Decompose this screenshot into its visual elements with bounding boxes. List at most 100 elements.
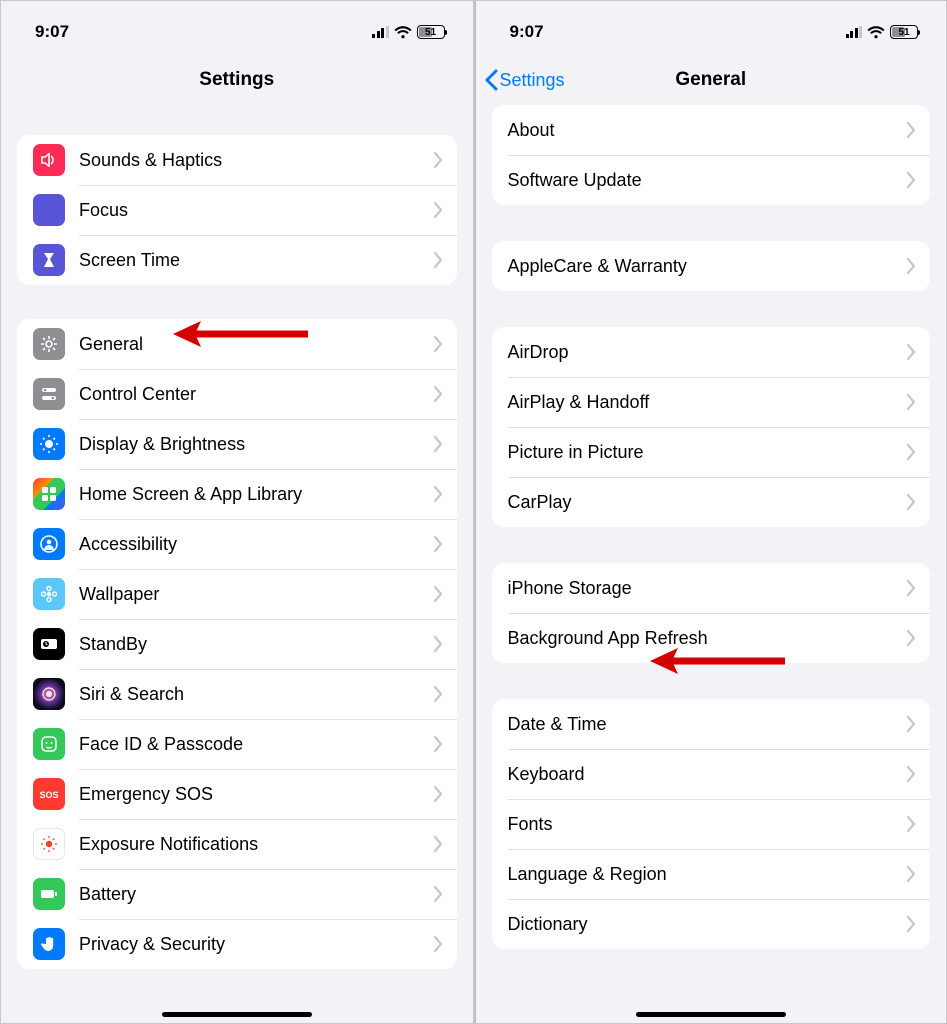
row-display-brightness[interactable]: Display & Brightness (17, 419, 457, 469)
row-wallpaper[interactable]: Wallpaper (17, 569, 457, 619)
row-carplay[interactable]: CarPlay (492, 477, 931, 527)
row-battery[interactable]: Battery (17, 869, 457, 919)
row-label: Face ID & Passcode (79, 734, 434, 755)
chevron-right-icon (907, 816, 916, 832)
chevron-right-icon (434, 686, 443, 702)
row-label: Home Screen & App Library (79, 484, 434, 505)
row-airplay[interactable]: AirPlay & Handoff (492, 377, 931, 427)
row-label: AppleCare & Warranty (508, 256, 908, 277)
row-face-id[interactable]: Face ID & Passcode (17, 719, 457, 769)
row-label: Sounds & Haptics (79, 150, 434, 171)
row-label: Privacy & Security (79, 934, 434, 955)
row-label: Wallpaper (79, 584, 434, 605)
row-exposure-notifications[interactable]: Exposure Notifications (17, 819, 457, 869)
status-bar: 9:07 51 (476, 1, 947, 55)
sun-icon (33, 428, 65, 460)
status-bar: 9:07 51 (1, 1, 473, 55)
face-icon (33, 728, 65, 760)
wifi-icon (394, 26, 412, 39)
chevron-right-icon (434, 152, 443, 168)
row-accessibility[interactable]: Accessibility (17, 519, 457, 569)
row-about[interactable]: About (492, 105, 931, 155)
row-siri-search[interactable]: Siri & Search (17, 669, 457, 719)
moon-icon (33, 194, 65, 226)
row-label: StandBy (79, 634, 434, 655)
siri-icon (33, 678, 65, 710)
row-fonts[interactable]: Fonts (492, 799, 931, 849)
row-iphone-storage[interactable]: iPhone Storage (492, 563, 931, 613)
row-control-center[interactable]: Control Center (17, 369, 457, 419)
row-emergency-sos[interactable]: SOSEmergency SOS (17, 769, 457, 819)
row-sounds-haptics[interactable]: Sounds & Haptics (17, 135, 457, 185)
chevron-right-icon (907, 172, 916, 188)
row-label: Accessibility (79, 534, 434, 555)
row-general[interactable]: General (17, 319, 457, 369)
chevron-right-icon (434, 586, 443, 602)
row-label: Language & Region (508, 864, 908, 885)
home-indicator[interactable] (636, 1012, 786, 1017)
row-label: Picture in Picture (508, 442, 908, 463)
general-list[interactable]: About Software Update AppleCare & Warranty… (476, 105, 947, 1023)
row-standby[interactable]: StandBy (17, 619, 457, 669)
chevron-right-icon (434, 886, 443, 902)
chevron-right-icon (434, 736, 443, 752)
group-3: iPhone Storage Background App Refresh (492, 563, 931, 663)
chevron-right-icon (434, 252, 443, 268)
row-label: Fonts (508, 814, 908, 835)
sos-icon: SOS (33, 778, 65, 810)
row-home-screen[interactable]: Home Screen & App Library (17, 469, 457, 519)
chevron-right-icon (907, 716, 916, 732)
chevron-right-icon (907, 766, 916, 782)
group-sounds-focus: Sounds & Haptics Focus Screen Time (17, 135, 457, 285)
row-background-app-refresh[interactable]: Background App Refresh (492, 613, 931, 663)
nav-bar: Settings (1, 55, 473, 105)
chevron-right-icon (907, 344, 916, 360)
row-label: Software Update (508, 170, 908, 191)
chevron-right-icon (434, 386, 443, 402)
row-focus[interactable]: Focus (17, 185, 457, 235)
chevron-right-icon (434, 436, 443, 452)
hourglass-icon (33, 244, 65, 276)
svg-text:SOS: SOS (39, 790, 58, 800)
chevron-right-icon (434, 786, 443, 802)
row-keyboard[interactable]: Keyboard (492, 749, 931, 799)
row-airdrop[interactable]: AirDrop (492, 327, 931, 377)
row-label: Exposure Notifications (79, 834, 434, 855)
grid-icon (33, 478, 65, 510)
switches-icon (33, 378, 65, 410)
row-label: Background App Refresh (508, 628, 908, 649)
row-software-update[interactable]: Software Update (492, 155, 931, 205)
group-1: AppleCare & Warranty (492, 241, 931, 291)
exposure-icon (33, 828, 65, 860)
settings-list[interactable]: Sounds & Haptics Focus Screen Time General… (1, 105, 473, 1023)
chevron-right-icon (907, 394, 916, 410)
row-dictionary[interactable]: Dictionary (492, 899, 931, 949)
battery-level: 51 (425, 27, 436, 38)
row-privacy-security[interactable]: Privacy & Security (17, 919, 457, 969)
group-2: AirDrop AirPlay & Handoff Picture in Pictu… (492, 327, 931, 527)
battery-icon: 51 (417, 25, 445, 39)
row-label: iPhone Storage (508, 578, 908, 599)
back-button[interactable]: Settings (484, 55, 565, 105)
cellular-signal-icon (372, 26, 389, 38)
row-label: AirPlay & Handoff (508, 392, 908, 413)
chevron-right-icon (907, 580, 916, 596)
row-label: About (508, 120, 908, 141)
row-screen-time[interactable]: Screen Time (17, 235, 457, 285)
chevron-right-icon (907, 630, 916, 646)
chevron-right-icon (907, 866, 916, 882)
chevron-right-icon (434, 202, 443, 218)
hand-icon (33, 928, 65, 960)
row-label: Date & Time (508, 714, 908, 735)
status-time: 9:07 (35, 22, 69, 42)
row-label: Screen Time (79, 250, 434, 271)
wifi-icon (867, 26, 885, 39)
phone-settings: 9:07 51 Settings Sounds & Haptics Focus Sc… (0, 0, 474, 1024)
row-date-time[interactable]: Date & Time (492, 699, 931, 749)
home-indicator[interactable] (162, 1012, 312, 1017)
chevron-right-icon (434, 936, 443, 952)
row-applecare[interactable]: AppleCare & Warranty (492, 241, 931, 291)
row-pip[interactable]: Picture in Picture (492, 427, 931, 477)
row-language-region[interactable]: Language & Region (492, 849, 931, 899)
status-indicators: 51 (846, 25, 919, 39)
